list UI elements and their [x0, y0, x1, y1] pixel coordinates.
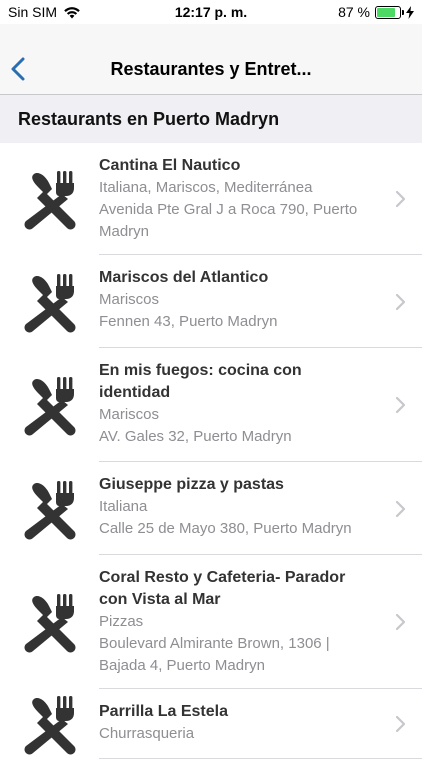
list-item-text: Parrilla La Estela Churrasqueria [99, 701, 370, 745]
chevron-right-icon [394, 189, 406, 209]
battery-level-fill [377, 7, 396, 17]
list-item[interactable]: Parrilla La Estela Churrasqueria [0, 689, 422, 759]
restaurant-list: Cantina El Nautico Italiana, Mariscos, Me… [0, 143, 422, 759]
status-bar: Sin SIM 12:17 p. m. 87 % [0, 0, 422, 24]
restaurant-name: identidad [99, 384, 171, 401]
restaurant-category: Pizzas [99, 613, 144, 630]
row-divider [99, 758, 422, 759]
charging-bolt-icon [406, 5, 414, 19]
restaurant-address: Bajada 4, Puerto Madryn [99, 657, 265, 674]
list-item[interactable]: En mis fuegos: cocina con identidad Marisc… [0, 348, 422, 462]
restaurant-category: Churrasqueria [99, 725, 195, 742]
fork-knife-icon [18, 372, 84, 438]
restaurant-category: Mariscos [99, 406, 160, 423]
restaurant-address: Calle 25 de Mayo 380, Puerto Madryn [99, 520, 352, 537]
battery-percent: 87 % [338, 4, 370, 20]
restaurant-name: En mis fuegos: cocina con [99, 362, 302, 379]
restaurant-category: Mariscos [99, 291, 160, 308]
restaurant-name: Cantina El Nautico [99, 157, 241, 174]
list-item[interactable]: Coral Resto y Cafeteria- Parador con Vist… [0, 555, 422, 689]
restaurant-name: Giuseppe pizza y pastas [99, 476, 284, 493]
list-item-text: Giuseppe pizza y pastas Italiana Calle 25 … [99, 474, 370, 540]
chevron-right-icon [394, 395, 406, 415]
navigation-bar: Restaurantes y Entret... [0, 24, 422, 95]
fork-knife-icon [18, 691, 84, 757]
restaurant-name: Parrilla La Estela [99, 703, 228, 720]
chevron-right-icon [394, 612, 406, 632]
list-item-text: Mariscos del Atlantico Mariscos Fennen 43,… [99, 267, 370, 333]
restaurant-category: Italiana, Mariscos, Mediterránea [99, 179, 313, 196]
list-item-text: Cantina El Nautico Italiana, Mariscos, Me… [99, 155, 370, 243]
restaurant-address: Fennen 43, Puerto Madryn [99, 313, 278, 330]
restaurant-address: Boulevard Almirante Brown, 1306 | [99, 635, 330, 652]
fork-knife-icon [18, 166, 84, 232]
battery-icon [375, 5, 404, 19]
list-item[interactable]: Mariscos del Atlantico Mariscos Fennen 43,… [0, 255, 422, 348]
restaurant-address: Avenida Pte Gral J a Roca 790, Puerto [99, 201, 358, 218]
chevron-left-icon [11, 57, 25, 81]
restaurant-address: AV. Gales 32, Puerto Madryn [99, 428, 292, 445]
list-item-text: En mis fuegos: cocina con identidad Marisc… [99, 360, 370, 448]
chevron-right-icon [394, 499, 406, 519]
section-header: Restaurants en Puerto Madryn [0, 95, 422, 143]
section-title: Restaurants en Puerto Madryn [18, 109, 280, 129]
status-right: 87 % [338, 4, 414, 20]
fork-knife-icon [18, 476, 84, 542]
list-item[interactable]: Cantina El Nautico Italiana, Mariscos, Me… [0, 143, 422, 255]
list-item-text: Coral Resto y Cafeteria- Parador con Vist… [99, 567, 370, 677]
fork-knife-icon [18, 269, 84, 335]
chevron-right-icon [394, 292, 406, 312]
chevron-right-icon [394, 714, 406, 734]
nav-title: Restaurantes y Entret... [110, 59, 312, 79]
list-item[interactable]: Giuseppe pizza y pastas Italiana Calle 25 … [0, 462, 422, 555]
restaurant-address: Madryn [99, 223, 150, 240]
restaurant-name: Mariscos del Atlantico [99, 269, 269, 286]
restaurant-name: con Vista al Mar [99, 591, 221, 608]
restaurant-name: Coral Resto y Cafeteria- Parador [99, 569, 346, 586]
restaurant-category: Italiana [99, 498, 148, 515]
back-button[interactable] [6, 54, 32, 84]
fork-knife-icon [18, 589, 84, 655]
